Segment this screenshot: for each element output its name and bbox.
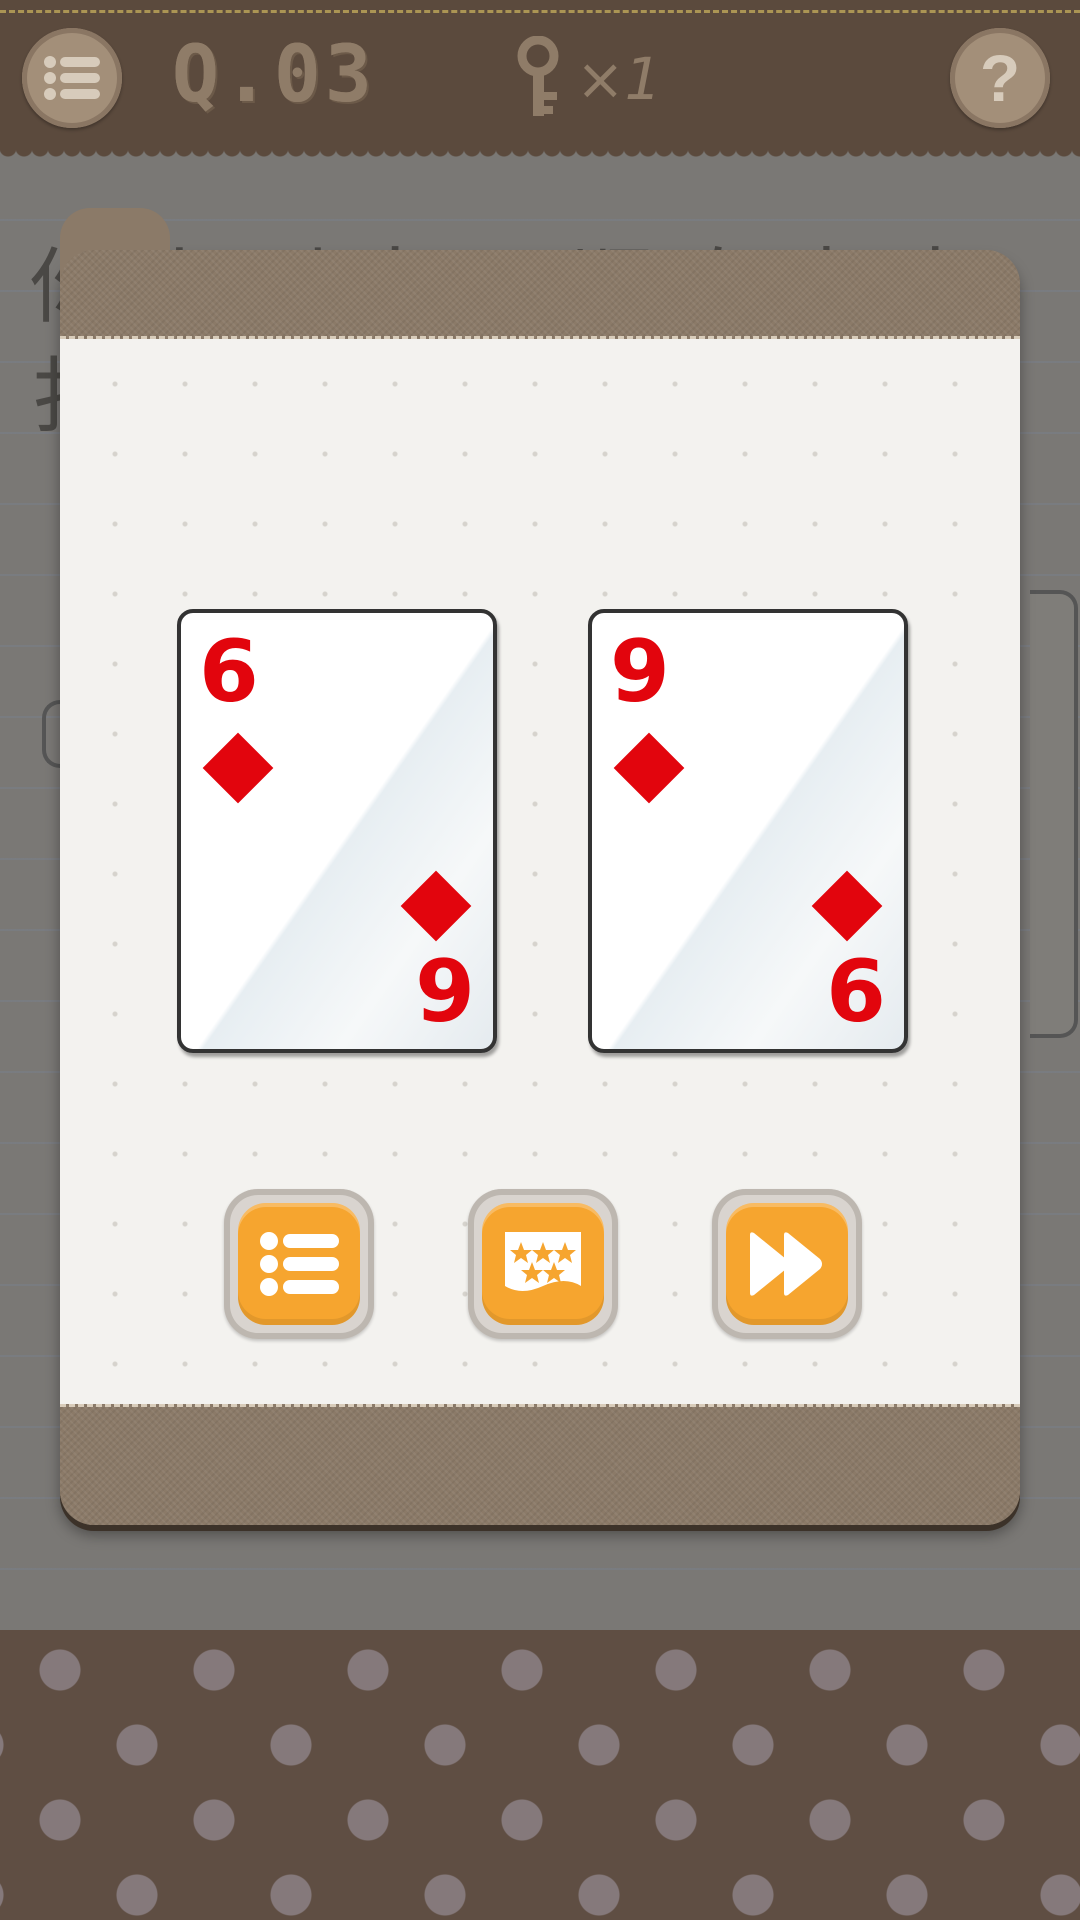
next-level-button[interactable] bbox=[712, 1189, 862, 1339]
key-count: ×1 bbox=[576, 45, 662, 113]
help-button[interactable]: ? bbox=[950, 28, 1050, 128]
level-label: Q.03 bbox=[172, 30, 376, 120]
diamond-icon bbox=[202, 732, 274, 804]
card-rank-top: 6 bbox=[199, 622, 259, 722]
menu-icon bbox=[44, 56, 100, 100]
card-right[interactable]: 9 6 bbox=[588, 609, 908, 1053]
card-rank-bottom: 6 bbox=[826, 942, 886, 1042]
side-tab bbox=[1030, 590, 1078, 1038]
key-counter: ×1 bbox=[510, 36, 662, 122]
menu-button[interactable] bbox=[22, 28, 122, 128]
popup-bottom-band bbox=[60, 1404, 1020, 1525]
result-popup: 6 9 9 6 bbox=[60, 208, 1020, 1525]
popup-top-band bbox=[60, 250, 1020, 339]
bottom-pattern bbox=[0, 1630, 1080, 1920]
card-left[interactable]: 6 9 bbox=[177, 609, 497, 1053]
list-icon bbox=[260, 1232, 339, 1296]
card-rank-top: 9 bbox=[610, 622, 670, 722]
diamond-icon bbox=[613, 732, 685, 804]
card-rank-bottom: 9 bbox=[415, 942, 475, 1042]
diamond-icon bbox=[811, 870, 883, 942]
stars-grid-icon bbox=[505, 1232, 581, 1291]
key-icon bbox=[517, 36, 559, 116]
level-list-button[interactable] bbox=[224, 1189, 374, 1339]
help-icon: ? bbox=[979, 41, 1021, 115]
top-bar: Q.03 ×1 ? bbox=[0, 0, 1080, 160]
diamond-icon bbox=[400, 870, 472, 942]
popup-body: 6 9 9 6 bbox=[60, 339, 1020, 1404]
fast-forward-icon bbox=[750, 1232, 822, 1296]
stage-select-button[interactable] bbox=[468, 1189, 618, 1339]
